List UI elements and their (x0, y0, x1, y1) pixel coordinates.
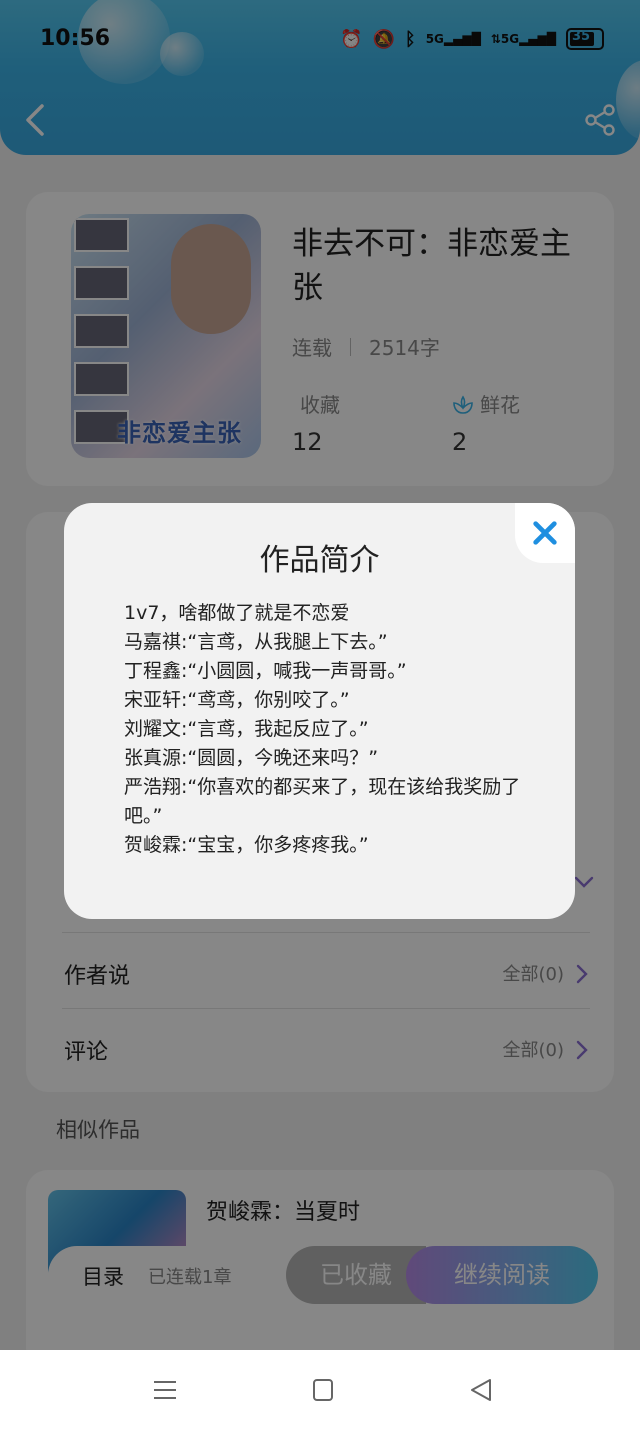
synopsis-line: 严浩翔:“你喜欢的都买来了，现在该给我奖励了吧。” (124, 776, 521, 827)
synopsis-line: 贺峻霖:“宝宝，你多疼疼我。” (124, 834, 369, 856)
synopsis-modal: 作品简介 1v7，啥都做了就是不恋爱 马嘉祺:“言鸢，从我腿上下去。” 丁程鑫:… (64, 503, 575, 919)
synopsis-line: 丁程鑫:“小圆圆，喊我一声哥哥。” (124, 660, 407, 682)
modal-title: 作品简介 (259, 543, 380, 578)
synopsis-text: 1v7，啥都做了就是不恋爱 马嘉祺:“言鸢，从我腿上下去。” 丁程鑫:“小圆圆，… (124, 599, 524, 860)
synopsis-line: 马嘉祺:“言鸢，从我腿上下去。” (124, 631, 388, 653)
menu-icon[interactable] (152, 1378, 178, 1402)
synopsis-line: 刘耀文:“言鸢，我起反应了。” (124, 718, 369, 740)
back-icon[interactable] (468, 1378, 494, 1402)
synopsis-line: 1v7，啥都做了就是不恋爱 (124, 602, 350, 624)
system-nav-bar (0, 1350, 640, 1429)
home-icon[interactable] (310, 1378, 336, 1402)
synopsis-line: 张真源:“圆圆，今晚还来吗？” (124, 747, 379, 769)
synopsis-line: 宋亚轩:“鸢鸢，你别咬了。” (124, 689, 350, 711)
